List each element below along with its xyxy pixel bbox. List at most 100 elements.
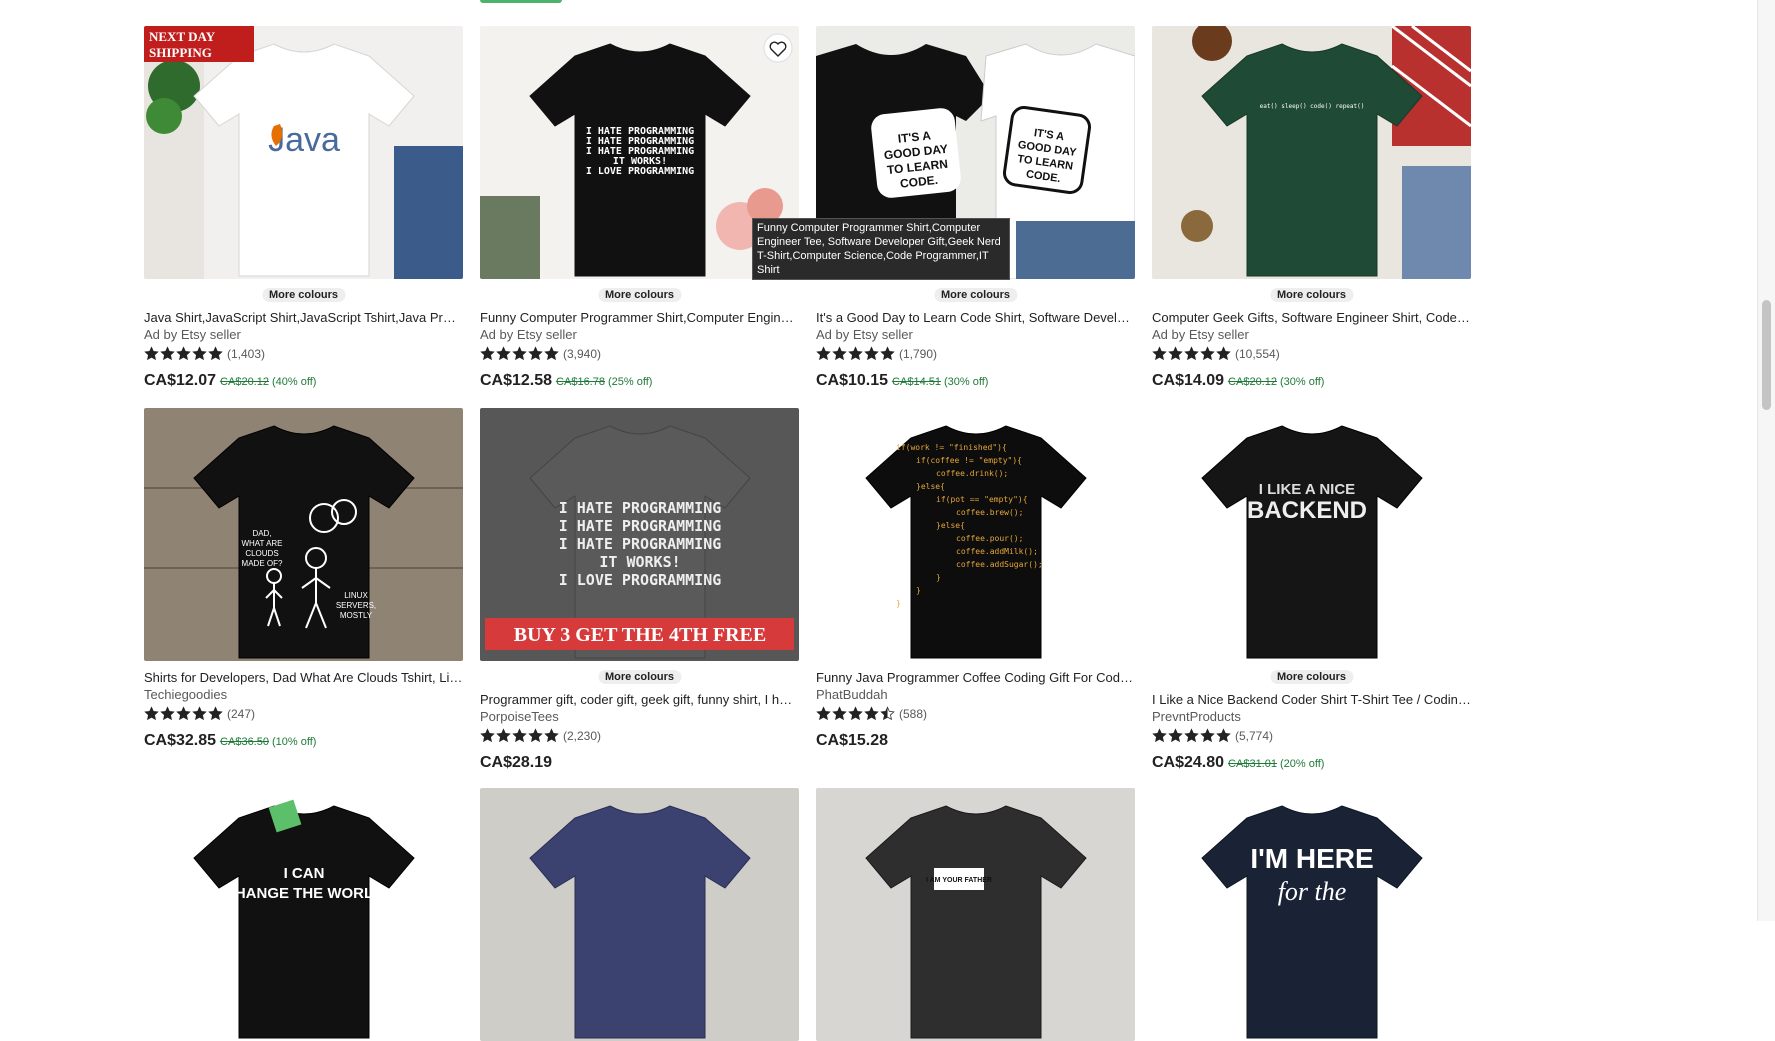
star-icon [864,346,879,361]
sale-price: CA$15.28 [816,732,889,749]
star-icon [480,346,495,361]
listing-title[interactable]: Funny Java Programmer Coffee Coding Gift… [816,670,1135,685]
discount: (25% off) [607,376,653,388]
listing-card[interactable]: NEXT DAY SHIPPING Java More colours Java … [144,26,463,414]
star-icon [1200,346,1215,361]
svg-text:I'M HERE: I'M HERE [1250,843,1373,874]
sale-price: CA$28.19 [480,754,553,771]
listing-title[interactable]: Funny Computer Programmer Shirt,Computer… [480,310,799,325]
svg-text:CHANGE THE WORLD: CHANGE THE WORLD [224,885,384,902]
star-icon [816,706,831,721]
svg-text:}: } [936,573,941,582]
svg-text:coffee.pour();: coffee.pour(); [956,534,1023,543]
more-colours-badge: More colours [933,288,1018,302]
rating: (1,403) [144,346,265,361]
listing-card[interactable] [480,788,799,1041]
discount: (20% off) [1279,758,1325,770]
rating-stars [144,706,224,721]
review-count: (3,940) [563,346,602,361]
listing-image[interactable]: eat() sleep() code() repeat() [1152,26,1471,279]
listing-card[interactable]: I CAN CHANGE THE WORLD [144,788,463,1041]
listing-card[interactable]: eat() sleep() code() repeat() More colou… [1152,26,1471,414]
original-price: CA$16.78 [556,376,605,388]
star-icon [1152,728,1167,743]
star-icon [144,706,159,721]
star-icon [1168,728,1183,743]
favorite-heart-icon [763,33,793,63]
listing-image[interactable]: if(work != "finished"){ if(coffee != "emp… [816,408,1135,661]
listing-image[interactable]: I LIKE A NICE BACKEND [1152,408,1471,661]
listing-image[interactable]: I HATE PROGRAMMING I HATE PROGRAMMING I HA… [480,408,799,661]
listing-title[interactable]: Programmer gift, coder gift, geek gift, … [480,692,799,707]
star-icon [1184,346,1199,361]
svg-text:if(pot == "empty"){: if(pot == "empty"){ [936,495,1028,504]
star-icon [192,346,207,361]
listing-card[interactable]: I'M HERE for the [1152,788,1471,1041]
title-tooltip: Funny Computer Programmer Shirt,Computer… [752,218,1010,280]
svg-text:if(work != "finished"){: if(work != "finished"){ [896,443,1007,452]
svg-text:SERVERS,: SERVERS, [336,601,376,610]
listing-title[interactable]: Java Shirt,JavaScript Shirt,JavaScript T… [144,310,463,325]
seller-name: Ad by Etsy seller [1152,327,1249,342]
svg-text:eat() sleep() code() repeat: eat() sleep() code() repeat() [1260,103,1365,110]
star-icon [880,346,895,361]
listing-card[interactable]: I AM YOUR FATHER [816,788,1135,1041]
review-count: (247) [227,706,256,721]
listing-title[interactable]: I Like a Nice Backend Coder Shirt T-Shir… [1152,692,1471,707]
seller-name: PhatBuddah [816,687,888,702]
sale-price: CA$12.07 [144,372,217,389]
seller-name: PrevntProducts [1152,709,1241,724]
listing-card[interactable]: if(work != "finished"){ if(coffee != "emp… [816,408,1135,796]
svg-text:if(coffee != "empty"){: if(coffee != "empty"){ [916,456,1022,465]
svg-text:I AM YOUR FATHER: I AM YOUR FATHER [926,877,992,884]
star-icon [176,346,191,361]
svg-text:LINUX: LINUX [344,591,368,600]
svg-text:WHAT ARE: WHAT ARE [241,539,282,548]
star-icon [512,346,527,361]
rating-stars [1152,728,1232,743]
seller-name: Techiegoodies [144,687,228,702]
price-row: CA$14.09 CA$20.12 (30% off) [1152,372,1324,390]
listing-image[interactable]: I AM YOUR FATHER [816,788,1135,1041]
next-day-banner-text: NEXT DAY [149,29,216,44]
listing-card[interactable]: I HATE PROGRAMMING I HATE PROGRAMMING I HA… [480,408,799,796]
seller-name: Ad by Etsy seller [144,327,241,342]
svg-text:I LOVE PROGRAMMING: I LOVE PROGRAMMING [586,166,694,177]
price-row: CA$32.85 CA$36.50 (10% off) [144,732,316,750]
seller-name: PorpoiseTees [480,709,559,724]
review-count: (2,230) [563,728,602,743]
listing-card[interactable]: I LIKE A NICE BACKEND More colours I Like … [1152,408,1471,796]
listing-title[interactable]: Computer Geek Gifts, Software Engineer S… [1152,310,1471,325]
listing-title[interactable]: It's a Good Day to Learn Code Shirt, Sof… [816,310,1135,325]
svg-text:I LIKE A NICE: I LIKE A NICE [1259,481,1355,498]
sale-price: CA$32.85 [144,732,217,749]
star-icon [208,706,223,721]
listing-image[interactable]: I'M HERE for the [1152,788,1471,1041]
star-icon [1200,728,1215,743]
svg-text:I HATE PROGRAMMING: I HATE PROGRAMMING [559,517,722,535]
star-icon [544,728,559,743]
svg-text:}else{: }else{ [916,482,945,491]
listing-title[interactable]: Shirts for Developers, Dad What Are Clou… [144,670,463,685]
price-row: CA$12.07 CA$20.12 (40% off) [144,372,316,390]
sale-price: CA$24.80 [1152,754,1225,771]
star-icon [160,346,175,361]
star-icon [144,346,159,361]
rating-stars [144,346,224,361]
star-icon [496,346,511,361]
svg-text:MADE OF?: MADE OF? [242,559,283,568]
star-icon [160,706,175,721]
listing-image[interactable]: DAD, WHAT ARE CLOUDS MADE OF? LINUX SERV… [144,408,463,661]
scrollbar-thumb[interactable] [1762,300,1771,410]
scrollbar[interactable] [1757,0,1775,921]
listing-card[interactable]: DAD, WHAT ARE CLOUDS MADE OF? LINUX SERV… [144,408,463,796]
listing-image[interactable] [480,788,799,1041]
listing-image[interactable]: NEXT DAY SHIPPING Java [144,26,463,279]
sale-price: CA$10.15 [816,372,889,389]
discount: (30% off) [943,376,989,388]
rating-stars [480,346,560,361]
listing-image[interactable]: I CAN CHANGE THE WORLD [144,788,463,1041]
price-row: CA$12.58 CA$16.78 (25% off) [480,372,652,390]
discount: (30% off) [1279,376,1325,388]
original-price: CA$31.01 [1228,758,1277,770]
